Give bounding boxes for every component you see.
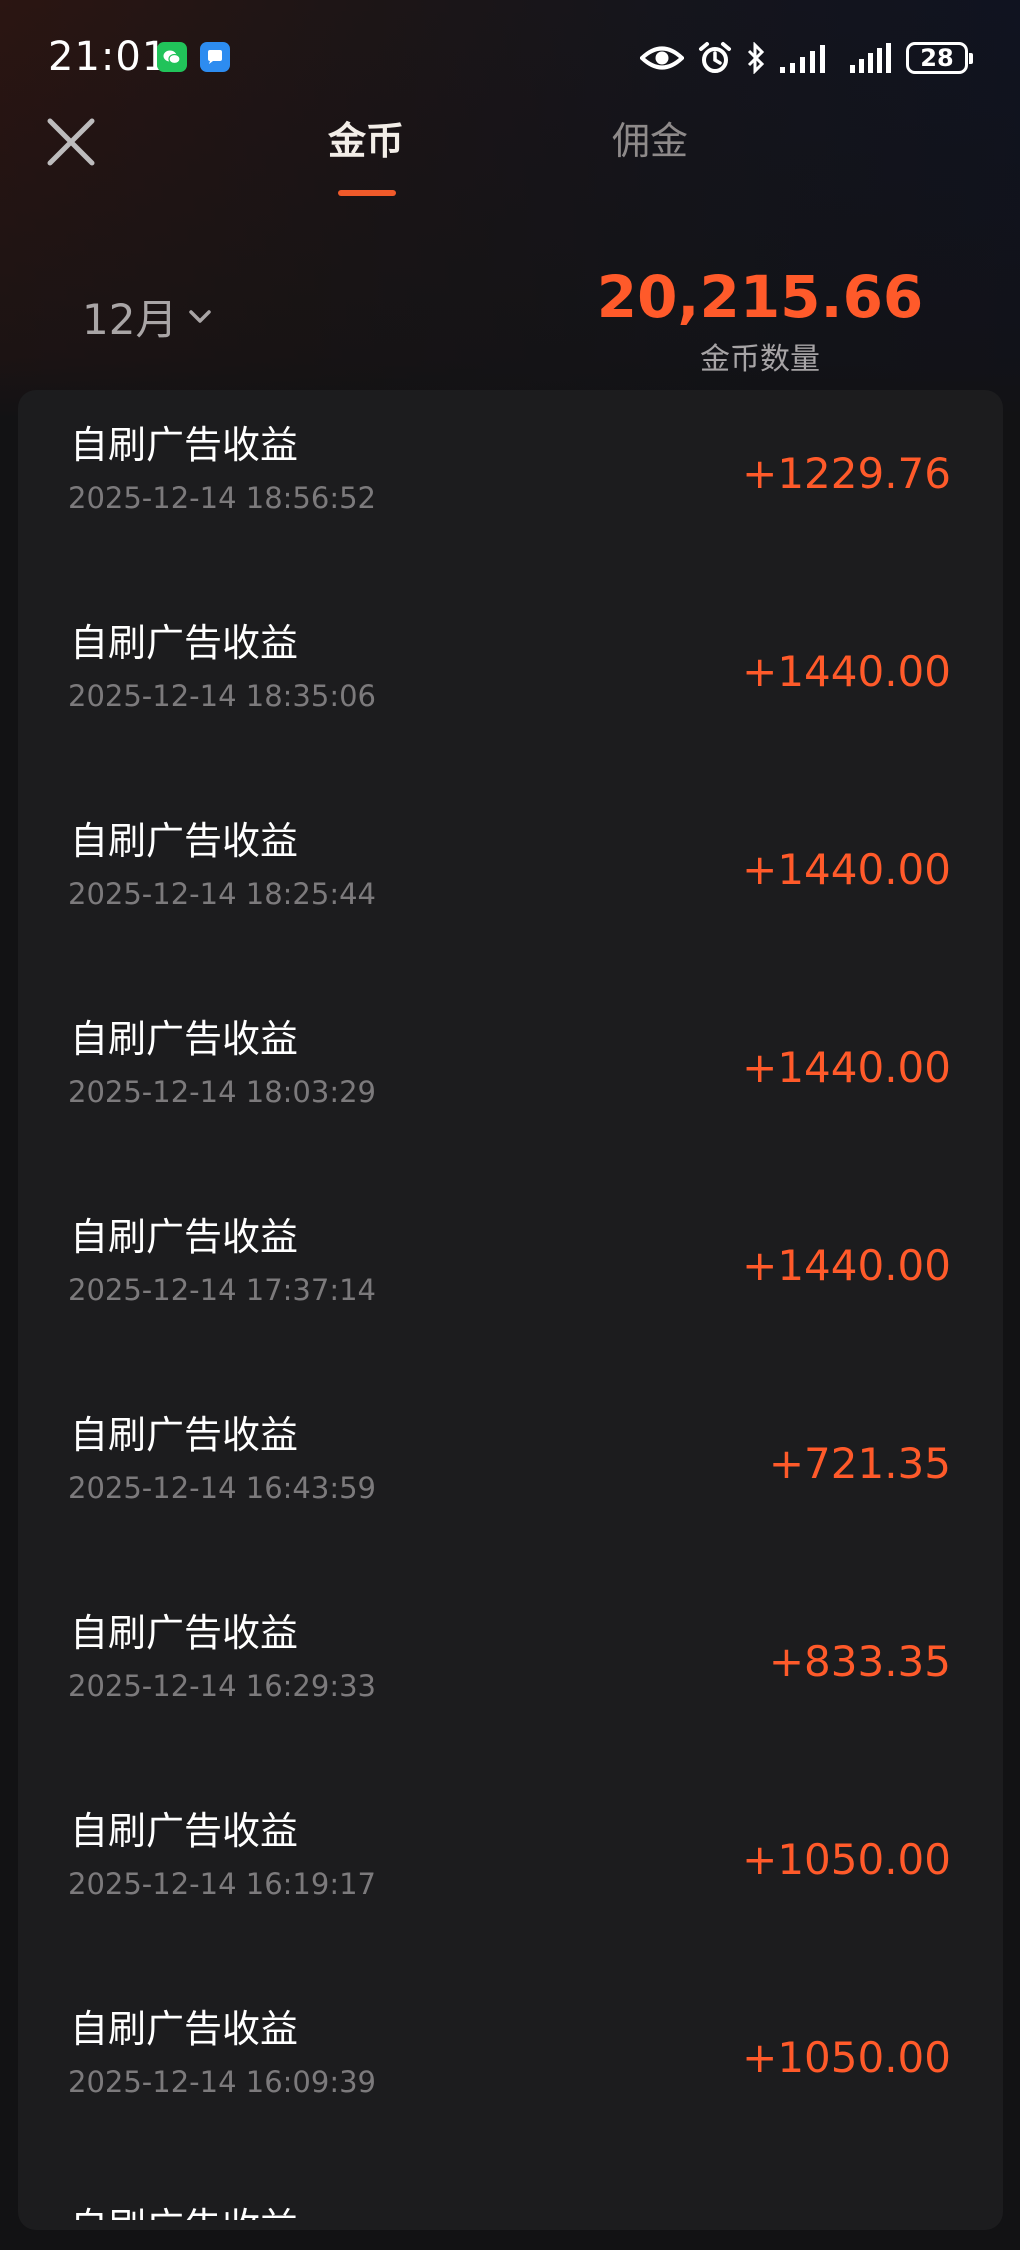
list-item[interactable]: 自刷广告收益 2025-12-14 16:19:17 +1050.00 [18,1796,1003,1994]
message-icon [200,42,230,72]
close-button[interactable] [46,117,96,167]
record-title: 自刷广告收益 [70,1809,299,1853]
record-title: 自刷广告收益 [70,621,299,665]
record-amount: +1440.00 [742,647,951,696]
record-amount: +1229.76 [742,449,951,498]
status-icons: 28 [640,40,973,76]
record-amount: +1440.00 [742,845,951,894]
record-title: 自刷广告收益 [70,1413,299,1457]
month-label: 12月 [82,295,178,344]
chevron-down-icon [189,309,212,323]
record-amount: +833.35 [768,1637,951,1686]
record-title: 自刷广告收益 [70,1017,299,1061]
record-time: 2025-12-14 17:37:14 [68,1273,376,1307]
coin-total: 20,215.66 [596,263,924,331]
record-time: 2025-12-14 18:56:52 [68,481,376,515]
alarm-icon [699,42,731,73]
status-time: 21:01 [48,34,169,80]
tab-commission[interactable]: 佣金 [612,116,688,166]
record-time: 2025-12-14 16:43:59 [68,1471,376,1505]
record-amount: +1440.00 [742,1241,951,1290]
list-item[interactable]: 自刷广告收益 2025-12-14 18:56:52 +1229.76 [18,410,1003,608]
month-selector[interactable]: 12月 [82,286,212,347]
list-item[interactable]: 自刷广告收益 2025-12-14 16:43:59 +721.35 [18,1400,1003,1598]
record-title: 自刷广告收益 [70,1215,299,1259]
list-item[interactable]: 自刷广告收益 2025-12-14 16:29:33 +833.35 [18,1598,1003,1796]
list-item[interactable]: 自刷广告收益 2025-12-14 18:25:44 +1440.00 [18,806,1003,1004]
record-time: 2025-12-14 18:25:44 [68,877,376,911]
record-amount: +721.35 [768,1439,951,1488]
bluetooth-icon [747,42,765,74]
coin-total-caption: 金币数量 [700,342,820,377]
list-item[interactable]: 自刷广告收益 2025-12-14 18:35:06 +1440.00 [18,608,1003,806]
record-title-partial: 自刷广告收益 [70,2202,298,2220]
record-title: 自刷广告收益 [70,423,299,467]
record-title: 自刷广告收益 [70,819,299,863]
record-amount: +1440.00 [742,1043,951,1092]
record-time: 2025-12-14 18:35:06 [68,679,376,713]
signal-icon [850,43,891,73]
record-title: 自刷广告收益 [70,2007,299,2051]
status-bar: 21:01 28 [0,0,1020,120]
record-amount: +1050.00 [742,2033,951,2082]
record-time: 2025-12-14 16:19:17 [68,1867,376,1901]
active-tab-indicator [338,190,396,196]
record-amount: +1050.00 [742,1835,951,1884]
wechat-icon [157,42,187,72]
close-icon [47,118,95,166]
record-time: 2025-12-14 16:09:39 [68,2065,376,2099]
record-title: 自刷广告收益 [70,1611,299,1655]
list-item[interactable]: 自刷广告收益 2025-12-14 17:37:14 +1440.00 [18,1202,1003,1400]
battery-icon: 28 [906,42,973,74]
tab-coins[interactable]: 金币 [328,116,404,166]
battery-level: 28 [920,44,954,72]
signal-icon [780,45,825,73]
record-time: 2025-12-14 18:03:29 [68,1075,376,1109]
records-list[interactable]: 自刷广告收益 2025-12-14 18:56:52 +1229.76 自刷广告… [18,390,1003,2230]
list-item[interactable]: 自刷广告收益 2025-12-14 16:09:39 +1050.00 [18,1994,1003,2192]
eye-icon [640,46,684,70]
record-time: 2025-12-14 16:29:33 [68,1669,376,1703]
list-item[interactable]: 自刷广告收益 2025-12-14 18:03:29 +1440.00 [18,1004,1003,1202]
